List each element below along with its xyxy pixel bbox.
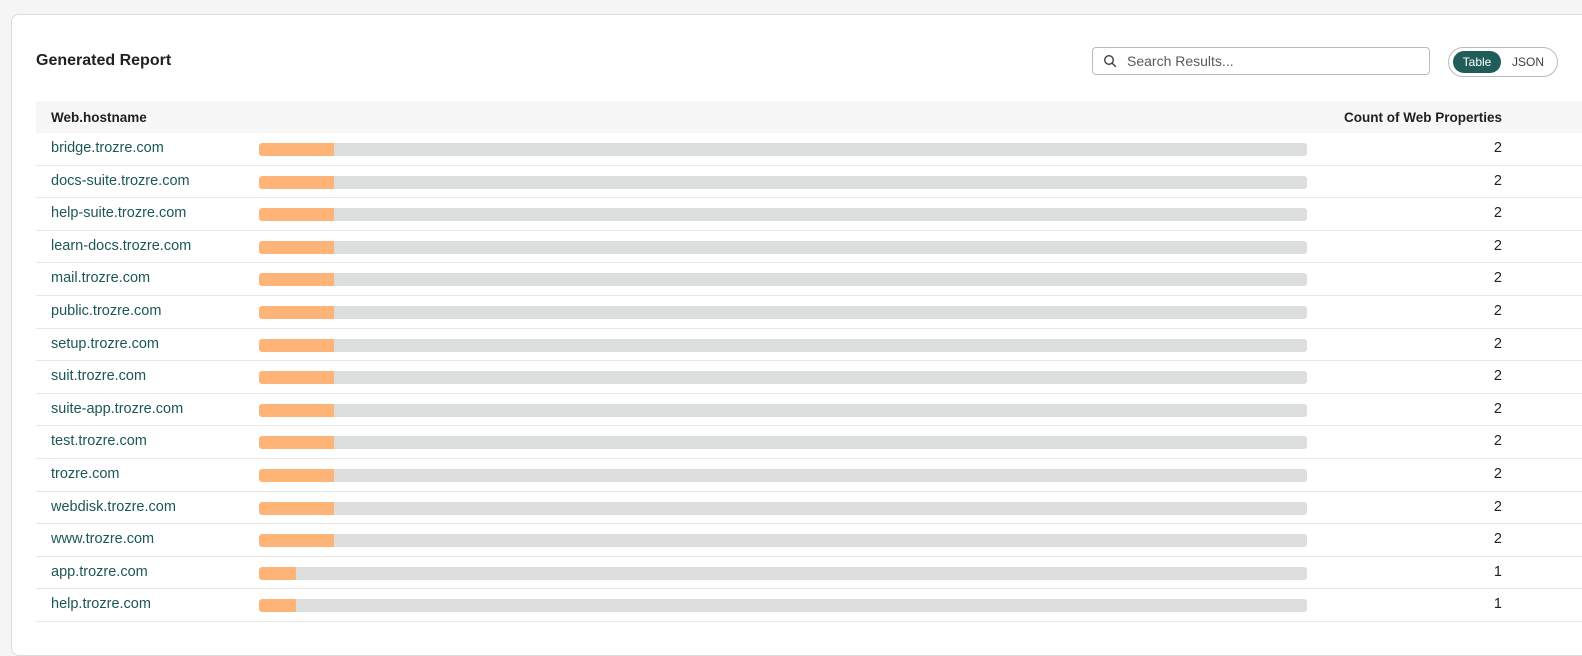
table-body: bridge.trozre.com 2 docs-suite.trozre.com 2…: [36, 133, 1582, 622]
count-value: 2: [1493, 400, 1502, 417]
count-value: 2: [1493, 205, 1502, 222]
count-bar-fill: [259, 468, 334, 482]
table-row: help-suite.trozre.com 2: [36, 198, 1582, 231]
count-bar-track: [259, 338, 1307, 352]
count-bar-track: [259, 273, 1307, 287]
count-bar-fill: [259, 175, 334, 189]
count-value: 2: [1493, 531, 1502, 548]
count-bar-fill: [259, 534, 334, 548]
hostname-link[interactable]: app.trozre.com: [51, 564, 148, 580]
count-bar-fill: [259, 436, 334, 450]
hostname-link[interactable]: trozre.com: [51, 466, 120, 482]
count-value: 2: [1493, 465, 1502, 482]
hostname-link[interactable]: public.trozre.com: [51, 303, 161, 319]
count-bar-fill: [259, 566, 297, 580]
count-bar-fill: [259, 208, 334, 222]
count-bar-fill: [259, 273, 334, 287]
count-bar-track: [259, 371, 1307, 385]
count-value: 2: [1493, 172, 1502, 189]
view-toggle: Table JSON: [1448, 47, 1558, 77]
hostname-link[interactable]: help-suite.trozre.com: [51, 205, 186, 221]
count-bar-track: [259, 305, 1307, 319]
count-bar-fill: [259, 599, 297, 613]
search-input[interactable]: [1125, 52, 1419, 70]
hostname-link[interactable]: webdisk.trozre.com: [51, 499, 176, 515]
count-value: 2: [1493, 335, 1502, 352]
count-bar-fill: [259, 501, 334, 515]
count-bar-track: [259, 175, 1307, 189]
hostname-link[interactable]: help.trozre.com: [51, 596, 151, 612]
count-bar-fill: [259, 240, 334, 254]
count-bar-track: [259, 599, 1307, 613]
report-title: Generated Report: [36, 52, 172, 69]
search-icon: [1103, 54, 1117, 68]
count-bar-track: [259, 534, 1307, 548]
table-row: test.trozre.com 2: [36, 426, 1582, 459]
table-row: setup.trozre.com 2: [36, 329, 1582, 362]
table-header: Web.hostname Count of Web Properties: [36, 101, 1582, 133]
count-bar-track: [259, 566, 1307, 580]
count-bar-fill: [259, 143, 334, 156]
table-row: www.trozre.com 2: [36, 524, 1582, 557]
count-bar-track: [259, 501, 1307, 515]
table-row: mail.trozre.com 2: [36, 263, 1582, 296]
hostname-link[interactable]: suite-app.trozre.com: [51, 401, 183, 417]
count-bar-fill: [259, 338, 334, 352]
count-bar-fill: [259, 305, 334, 319]
table-row: help.trozre.com 1: [36, 589, 1582, 622]
count-value: 2: [1493, 368, 1502, 385]
count-bar-track: [259, 468, 1307, 482]
toggle-table-button[interactable]: Table: [1453, 51, 1501, 73]
table-row: learn-docs.trozre.com 2: [36, 231, 1582, 264]
hostname-link[interactable]: www.trozre.com: [51, 531, 154, 547]
hostname-link[interactable]: docs-suite.trozre.com: [51, 173, 190, 189]
table-row: trozre.com 2: [36, 459, 1582, 492]
toggle-json-button[interactable]: JSON: [1505, 51, 1551, 73]
table-row: public.trozre.com 2: [36, 296, 1582, 329]
count-value: 1: [1493, 596, 1502, 613]
count-bar-fill: [259, 403, 334, 417]
count-value: 2: [1493, 302, 1502, 319]
count-bar-track: [259, 143, 1307, 156]
search-box[interactable]: [1092, 47, 1430, 75]
count-value: 2: [1493, 140, 1502, 156]
hostname-link[interactable]: test.trozre.com: [51, 433, 147, 449]
count-value: 2: [1493, 498, 1502, 515]
column-header-hostname[interactable]: Web.hostname: [51, 110, 147, 125]
hostname-link[interactable]: mail.trozre.com: [51, 270, 150, 286]
count-value: 1: [1493, 563, 1502, 580]
hostname-link[interactable]: suit.trozre.com: [51, 368, 146, 384]
column-header-count[interactable]: Count of Web Properties: [1344, 110, 1502, 125]
hostname-link[interactable]: setup.trozre.com: [51, 336, 159, 352]
table-row: app.trozre.com 1: [36, 557, 1582, 590]
hostname-link[interactable]: learn-docs.trozre.com: [51, 238, 191, 254]
count-value: 2: [1493, 237, 1502, 254]
table-row: suite-app.trozre.com 2: [36, 394, 1582, 427]
table-row: bridge.trozre.com 2: [36, 133, 1582, 166]
count-bar-fill: [259, 371, 334, 385]
table-row: suit.trozre.com 2: [36, 361, 1582, 394]
table-row: docs-suite.trozre.com 2: [36, 166, 1582, 199]
hostname-link[interactable]: bridge.trozre.com: [51, 140, 164, 156]
count-bar-track: [259, 240, 1307, 254]
count-value: 2: [1493, 270, 1502, 287]
count-bar-track: [259, 436, 1307, 450]
count-bar-track: [259, 208, 1307, 222]
count-bar-track: [259, 403, 1307, 417]
table-row: webdisk.trozre.com 2: [36, 492, 1582, 525]
count-value: 2: [1493, 433, 1502, 450]
